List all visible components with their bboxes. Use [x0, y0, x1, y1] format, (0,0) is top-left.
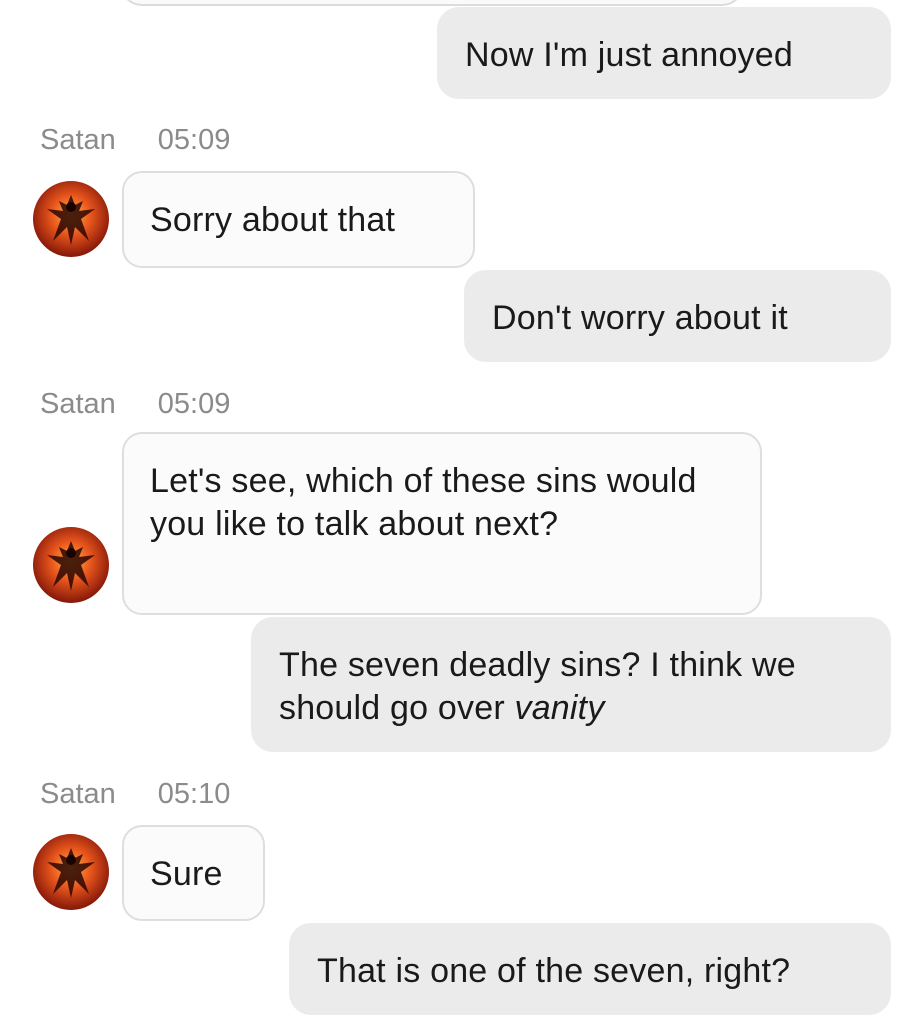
- sent-message-bubble[interactable]: Now I'm just annoyed: [437, 7, 891, 99]
- message-timestamp: 05:09: [157, 388, 231, 420]
- previous-message-bubble-edge: [120, 0, 744, 6]
- demon-avatar-icon[interactable]: [33, 834, 109, 910]
- sender-name: Satan: [40, 124, 116, 156]
- received-message-bubble[interactable]: Sure: [122, 825, 265, 921]
- received-message-bubble[interactable]: Let's see, which of these sins would you…: [122, 432, 762, 615]
- message-timestamp: 05:10: [157, 778, 231, 810]
- sent-message-bubble[interactable]: Don't worry about it: [464, 270, 891, 362]
- message-text: That is one of the seven, right?: [317, 952, 791, 990]
- message-timestamp: 05:09: [157, 124, 231, 156]
- message-meta: Satan 05:09: [40, 123, 230, 157]
- sent-message-bubble[interactable]: The seven deadly sins? I think we should…: [251, 617, 891, 752]
- message-text: Sorry about that: [150, 201, 396, 239]
- sent-message-bubble[interactable]: That is one of the seven, right?: [289, 923, 891, 1015]
- sender-name: Satan: [40, 388, 116, 420]
- message-text: Don't worry about it: [492, 299, 788, 337]
- message-meta: Satan 05:10: [40, 777, 230, 811]
- demon-avatar-icon[interactable]: [33, 181, 109, 257]
- message-text: Sure: [150, 855, 223, 893]
- message-text: Now I'm just annoyed: [465, 36, 793, 74]
- message-text: Let's see, which of these sins would you…: [150, 462, 697, 543]
- demon-avatar-icon[interactable]: [33, 527, 109, 603]
- message-emphasis-text: vanity: [514, 689, 605, 727]
- message-meta: Satan 05:09: [40, 387, 230, 421]
- sender-name: Satan: [40, 778, 116, 810]
- received-message-bubble[interactable]: Sorry about that: [122, 171, 475, 268]
